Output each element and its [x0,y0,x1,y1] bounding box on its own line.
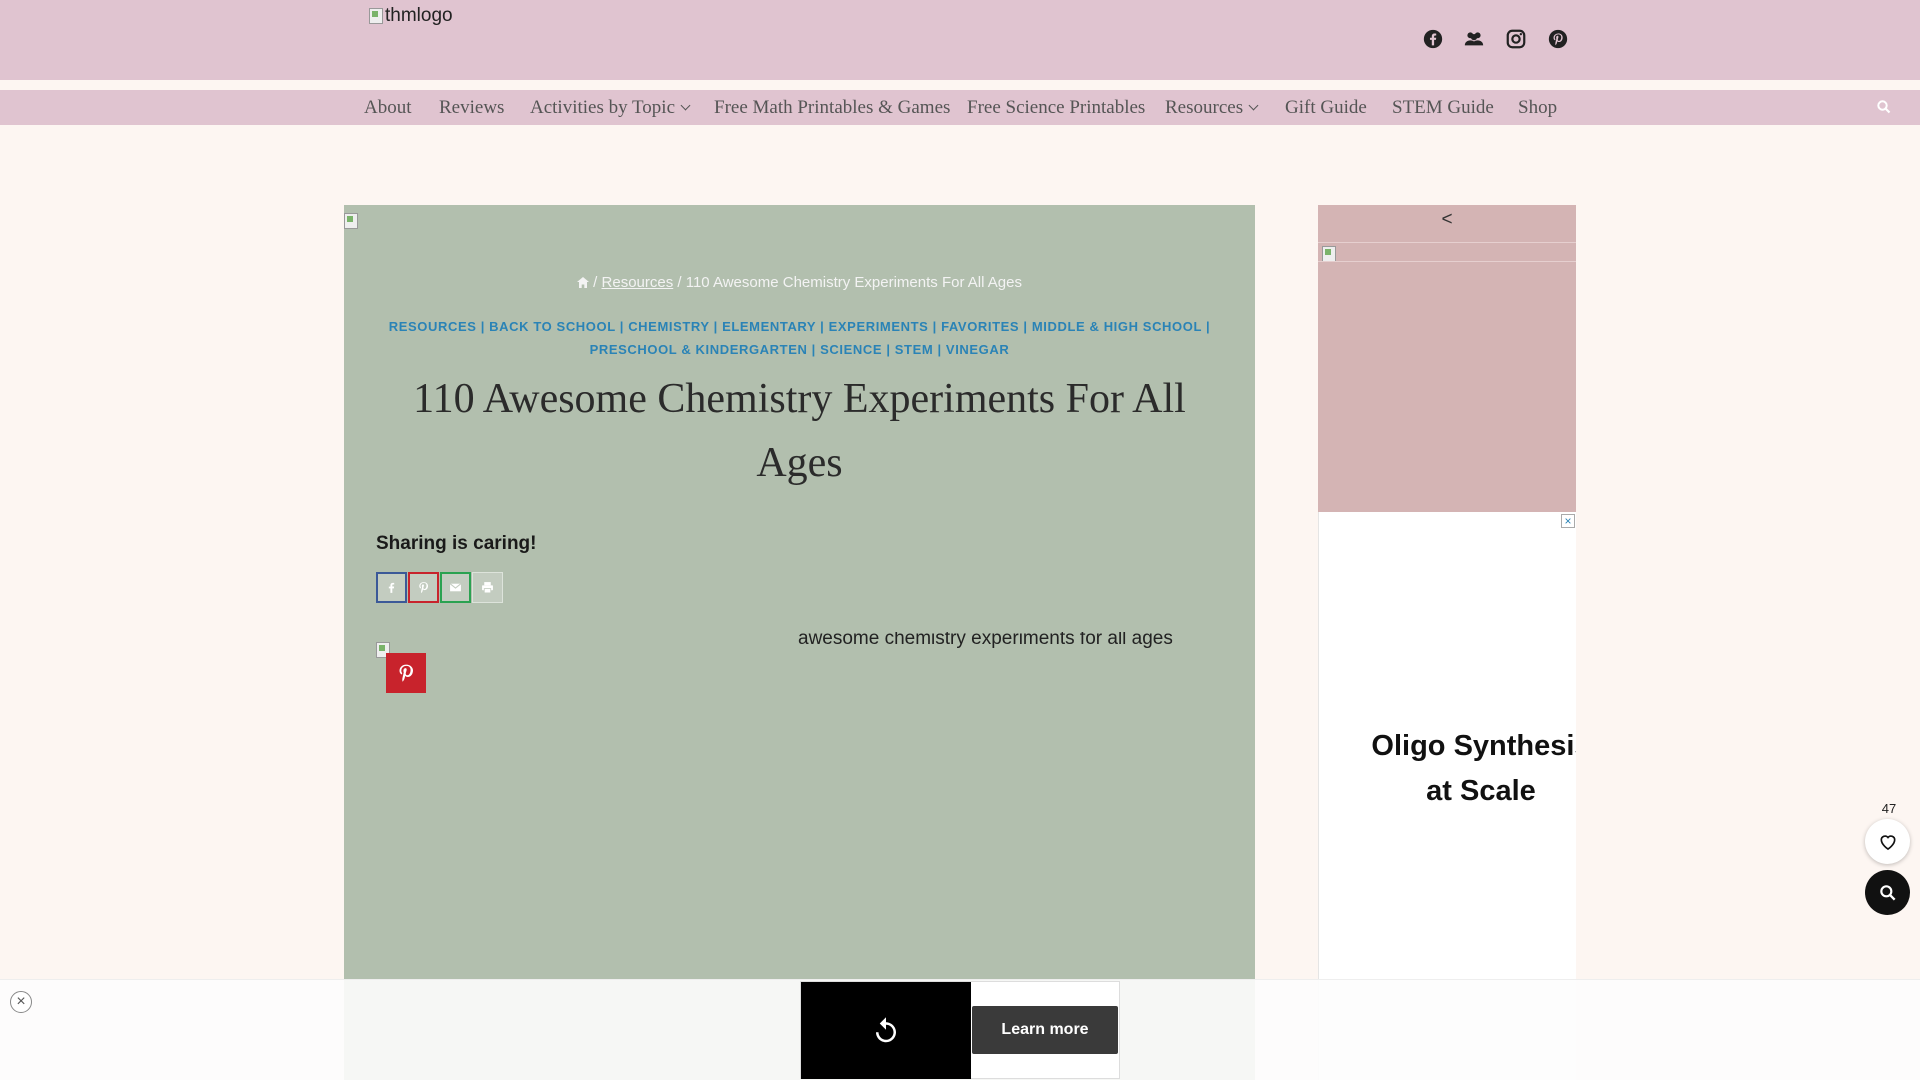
print-icon [482,582,493,594]
category-links[interactable]: RESOURCES | BACK TO SCHOOL | CHEMISTRY |… [384,315,1215,361]
chevron-down-icon [1248,100,1259,111]
search-icon[interactable] [1876,99,1892,115]
page-title: 110 Awesome Chemistry Experiments For Al… [374,367,1225,495]
ad-headline-line: Oligo Synthesis [1371,730,1576,762]
pin-it-button[interactable] [386,653,426,693]
favorite-button[interactable] [1865,819,1910,864]
close-icon[interactable]: × [10,991,32,1013]
bottom-ad-unit[interactable]: Learn more [800,981,1120,1079]
ad-video[interactable] [801,982,971,1079]
broken-image-icon [369,8,383,24]
floating-search-button[interactable] [1865,870,1910,915]
nav-item-gift-guide[interactable]: Gift Guide [1285,97,1367,119]
divider [1318,242,1576,243]
sidebar-widget: < [1318,205,1576,512]
share-pinterest-button[interactable] [408,572,439,603]
category-line[interactable]: PRESCHOOL & KINDERGARTEN | SCIENCE | STE… [384,338,1215,361]
bottom-sticky-ad: × Learn more [0,979,1920,1080]
instagram-icon[interactable] [1505,28,1527,50]
nav-item-shop[interactable]: Shop [1518,97,1557,119]
category-line[interactable]: RESOURCES | BACK TO SCHOOL | CHEMISTRY |… [384,315,1215,338]
breadcrumb-current: 110 Awesome Chemistry Experiments For Al… [685,274,1022,291]
title-line: Ages [756,440,843,486]
breadcrumb-separator: / [593,274,598,291]
ad-close-button[interactable]: × [1561,514,1575,528]
print-button[interactable] [472,572,503,603]
pinterest-icon [399,664,413,682]
sidebar-prev-arrow[interactable]: < [1318,209,1576,231]
site-header: thmlogo [0,0,1920,80]
nav-item-stem-guide[interactable]: STEM Guide [1392,97,1494,119]
nav-item-free-math-printables[interactable]: Free Math Printables & Games [714,97,950,119]
ad-headline-line: at Scale [1426,775,1536,807]
title-line: 110 Awesome Chemistry Experiments For Al… [413,376,1186,422]
main-nav: About Reviews Activities by Topic Free M… [0,90,1920,125]
heart-icon [1879,834,1896,850]
header-divider [0,80,1920,90]
share-facebook-button[interactable] [376,572,407,603]
nav-item-label: Activities by Topic [530,97,676,118]
nav-item-free-science-printables[interactable]: Free Science Printables [967,97,1145,119]
article-panel: / Resources / 110 Awesome Chemistry Expe… [344,205,1255,1080]
nav-item-label: Resources [1165,97,1244,118]
nav-item-reviews[interactable]: Reviews [439,97,504,119]
email-icon [449,583,462,592]
chevron-down-icon [680,100,691,111]
nav-item-resources[interactable]: Resources [1165,97,1259,119]
nav-item-activities-by-topic[interactable]: Activities by Topic [530,97,691,119]
share-email-button[interactable] [440,572,471,603]
favorites-count: 47 [1881,801,1897,816]
logo-alt-text: thmlogo [385,5,453,26]
breadcrumb: / Resources / 110 Awesome Chemistry Expe… [344,274,1255,291]
breadcrumb-link-resources[interactable]: Resources [602,274,674,291]
replay-icon[interactable] [871,1016,901,1046]
facebook-group-icon[interactable] [1463,28,1485,50]
nav-item-about[interactable]: About [364,97,412,119]
breadcrumb-separator: / [677,274,682,291]
learn-more-button[interactable]: Learn more [972,1006,1118,1054]
broken-image-icon [1322,246,1336,262]
pinterest-icon [419,582,429,594]
ad-headline[interactable]: Oligo Synthesis at Scale [1341,724,1576,814]
article-image-alt-text: awesome chemistry experiments for all ag… [798,632,1173,649]
home-icon[interactable] [577,277,589,288]
site-logo[interactable]: thmlogo [369,5,453,27]
pinterest-icon[interactable] [1547,28,1569,50]
facebook-icon[interactable] [1422,28,1444,50]
facebook-icon [388,582,395,593]
sharing-heading: Sharing is caring! [376,533,537,554]
search-icon [1879,884,1895,900]
broken-image-icon [344,213,358,229]
divider [1318,261,1576,262]
